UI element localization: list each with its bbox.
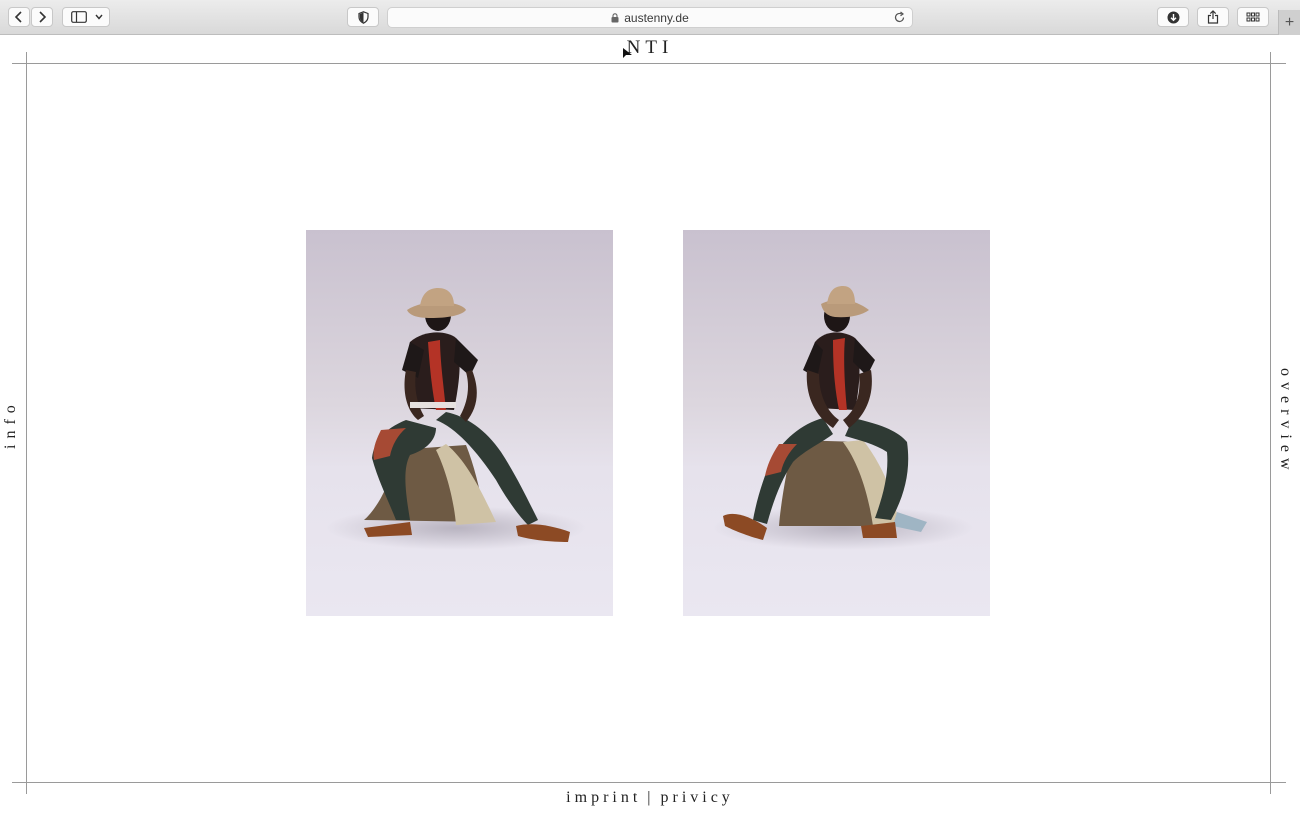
gallery-image-1[interactable] xyxy=(306,230,613,616)
chevron-right-icon xyxy=(39,11,47,23)
downloads-button[interactable] xyxy=(1157,7,1189,27)
new-tab-button[interactable]: + xyxy=(1278,10,1300,35)
share-button[interactable] xyxy=(1197,7,1229,27)
privacy-shield-icon xyxy=(357,10,369,24)
plus-icon: + xyxy=(1284,13,1295,31)
address-bar[interactable]: austenny.de xyxy=(387,7,913,28)
nav-info-link[interactable]: info xyxy=(2,399,20,449)
sidebar-icon xyxy=(71,11,87,23)
chevron-left-icon xyxy=(14,11,22,23)
share-icon xyxy=(1207,10,1219,24)
reload-icon[interactable] xyxy=(893,11,906,24)
footer-links: imprint | privicy xyxy=(0,789,1300,807)
frame-line-bottom xyxy=(12,782,1286,783)
tab-overview-button[interactable] xyxy=(1237,7,1269,27)
gallery-image-2[interactable] xyxy=(683,230,990,616)
frame-line-left xyxy=(26,52,27,794)
privacy-link[interactable]: privicy xyxy=(660,789,733,806)
forward-button[interactable] xyxy=(31,7,53,27)
url-text: austenny.de xyxy=(624,10,689,25)
privacy-report-button[interactable] xyxy=(347,7,379,27)
imprint-link[interactable]: imprint xyxy=(566,789,641,806)
lock-icon xyxy=(611,12,619,22)
nav-overview-link[interactable]: overview xyxy=(1276,368,1294,476)
frame-line-right xyxy=(1270,52,1271,794)
tab-overview-icon xyxy=(1246,12,1260,22)
frame-line-top xyxy=(12,63,1286,64)
sidebar-button[interactable] xyxy=(62,7,110,27)
site-logo[interactable]: NTI xyxy=(0,37,1300,59)
download-icon xyxy=(1167,11,1179,23)
browser-toolbar: austenny.de + xyxy=(0,0,1300,35)
footer-separator: | xyxy=(647,789,655,806)
mouse-cursor-icon xyxy=(623,48,632,58)
back-button[interactable] xyxy=(8,7,30,27)
chevron-down-icon xyxy=(95,14,103,20)
